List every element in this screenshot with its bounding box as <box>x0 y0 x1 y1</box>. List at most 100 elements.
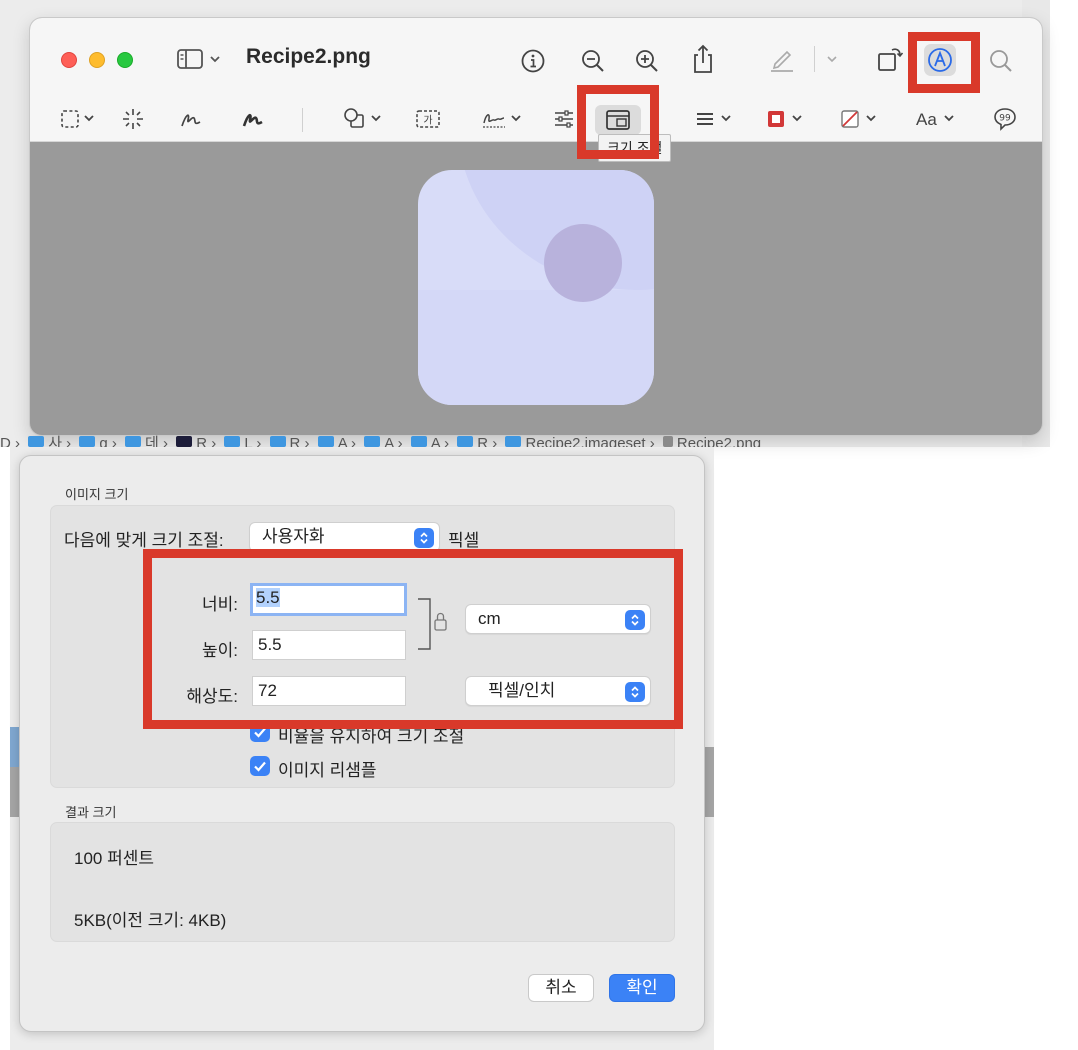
magic-wand-icon <box>123 109 143 129</box>
toolbar-divider <box>814 46 815 72</box>
zoom-out-icon <box>582 50 604 72</box>
shape-style-button[interactable] <box>694 108 736 130</box>
folder-icon <box>125 436 142 447</box>
search-icon <box>990 50 1012 72</box>
app-icon <box>176 436 193 447</box>
highlight-button[interactable] <box>768 46 796 74</box>
sketch-icon <box>181 114 201 127</box>
path-item[interactable]: Recipe2.imageset <box>525 435 645 447</box>
folder-icon <box>317 436 334 447</box>
fit-into-popup[interactable]: 사용자화 <box>249 522 440 552</box>
document-title: Recipe2.png <box>246 45 371 68</box>
share-button[interactable] <box>690 44 716 74</box>
fit-into-label: 다음에 맞게 크기 조절: <box>64 531 224 550</box>
chevron-updown-icon <box>414 528 434 548</box>
ok-button[interactable]: 확인 <box>609 974 675 1002</box>
maximize-window-button[interactable] <box>117 52 133 68</box>
draw-icon <box>242 113 263 127</box>
sidebar-toggle-button[interactable] <box>176 48 222 70</box>
checkmark-icon <box>254 761 266 772</box>
result-size-section-label: 결과 크기 <box>65 805 117 820</box>
fit-into-value: 사용자화 <box>262 527 325 546</box>
folder-icon <box>224 436 241 447</box>
adjust-color-button[interactable] <box>552 108 576 130</box>
markup-toolbar: 가 Aa 99 <box>30 96 1042 142</box>
folder-icon <box>269 436 286 447</box>
border-color-button[interactable] <box>765 106 811 132</box>
path-item[interactable]: R <box>290 435 301 447</box>
text-style-icon: Aa <box>916 110 954 129</box>
sign-button[interactable] <box>480 106 526 132</box>
info-icon <box>521 49 545 73</box>
path-item[interactable]: Recipe2.png <box>677 435 761 447</box>
highlight-markup-button <box>908 32 980 93</box>
result-percent: 100 퍼센트 <box>74 849 155 868</box>
text-box-icon: 가 <box>416 110 440 128</box>
signature-icon <box>483 114 521 128</box>
draw-tool-button[interactable] <box>240 106 266 132</box>
preview-window: Recipe2.png 가 Aa 99 <box>30 18 1042 435</box>
path-item[interactable]: D <box>0 435 11 447</box>
folder-icon <box>364 436 381 447</box>
text-tool-button[interactable]: 가 <box>415 106 441 132</box>
zoom-in-icon <box>636 50 658 72</box>
border-color-icon <box>768 111 802 127</box>
path-item[interactable]: A <box>431 435 440 447</box>
adjust-size-dialog: 이미지 크기 다음에 맞게 크기 조절: 사용자화 픽셀 너비: 5.5 높이:… <box>19 455 705 1032</box>
fill-color-button[interactable] <box>839 106 885 132</box>
resample-label[interactable]: 이미지 리샘플 <box>278 756 377 781</box>
image-size-section-label: 이미지 크기 <box>65 487 129 502</box>
path-item[interactable]: A <box>338 435 347 447</box>
line-style-icon <box>697 113 731 125</box>
title-bar: Recipe2.png <box>30 18 1042 96</box>
rectangle-selection-icon <box>61 110 94 128</box>
fit-into-unit: 픽셀 <box>448 531 480 550</box>
fill-color-icon <box>841 110 876 128</box>
path-item[interactable]: 데 <box>145 435 159 447</box>
shapes-button[interactable] <box>342 106 384 132</box>
svg-text:99: 99 <box>999 114 1011 124</box>
path-item[interactable]: R <box>477 435 488 447</box>
close-window-button[interactable] <box>61 52 77 68</box>
sliders-icon <box>555 110 573 128</box>
text-style-button[interactable]: Aa <box>914 106 960 132</box>
path-item[interactable]: R <box>196 435 207 447</box>
folder-icon <box>410 436 427 447</box>
path-bar: D › 사 › g › 데 › R › L › R › A › A › A › … <box>0 432 1022 447</box>
selection-tool-button[interactable] <box>60 108 100 130</box>
file-icon <box>662 436 673 447</box>
svg-text:Aa: Aa <box>916 110 937 129</box>
image-canvas[interactable] <box>418 170 654 405</box>
folder-icon <box>28 436 45 447</box>
info-button[interactable] <box>520 48 546 74</box>
sketch-tool-button[interactable] <box>178 106 204 132</box>
chevron-down-icon <box>827 56 837 63</box>
cancel-button[interactable]: 취소 <box>528 974 594 1002</box>
zoom-out-button[interactable] <box>580 48 606 74</box>
search-button[interactable] <box>988 48 1014 74</box>
folder-icon <box>505 436 522 447</box>
path-item[interactable]: L <box>244 435 252 447</box>
highlight-adjust-size <box>577 85 659 159</box>
folder-icon <box>79 436 96 447</box>
rotate-icon <box>878 48 904 71</box>
result-bytes: 5KB(이전 크기: 4KB) <box>74 911 227 930</box>
share-icon <box>694 44 712 73</box>
highlight-options-button[interactable] <box>825 54 839 64</box>
annotate-button[interactable]: 99 <box>992 106 1018 132</box>
shapes-icon <box>344 108 381 128</box>
path-item[interactable]: A <box>384 435 393 447</box>
rotate-button[interactable] <box>875 44 905 74</box>
zoom-in-button[interactable] <box>634 48 660 74</box>
toolbar-divider <box>302 108 303 132</box>
speech-bubble-icon: 99 <box>994 108 1016 131</box>
minimize-window-button[interactable] <box>89 52 105 68</box>
highlight-size-fields <box>143 549 683 729</box>
folder-icon <box>457 436 474 447</box>
instant-alpha-button[interactable] <box>120 106 146 132</box>
resample-checkbox[interactable] <box>250 756 270 776</box>
path-item[interactable]: g <box>99 435 107 447</box>
path-item[interactable]: 사 <box>48 435 62 447</box>
highlighter-icon <box>771 50 793 72</box>
sidebar-icon <box>177 49 220 69</box>
